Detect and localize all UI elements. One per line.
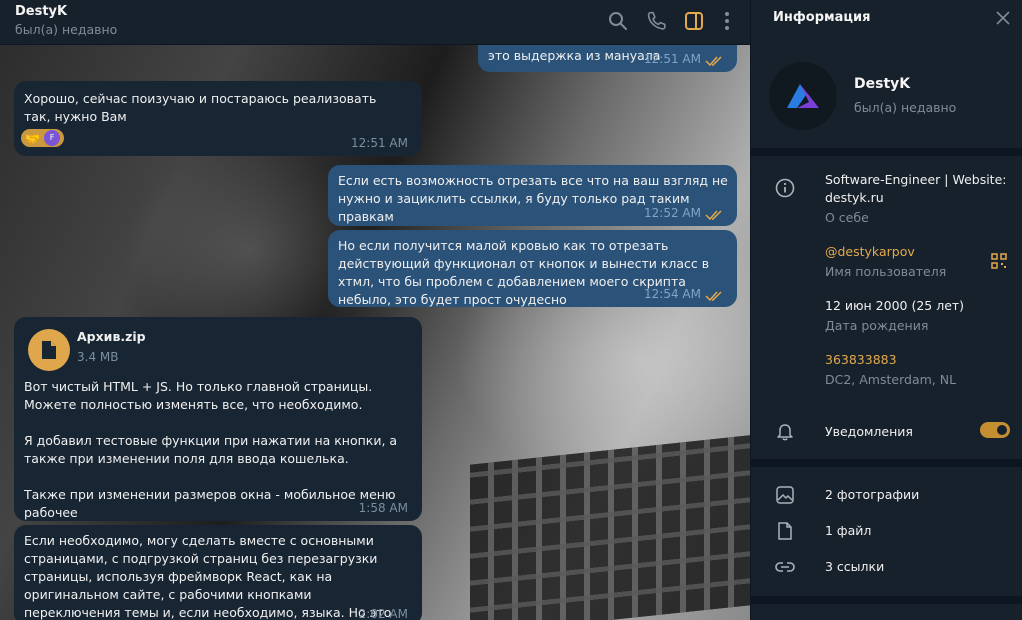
links-link[interactable]: 3 ссылки bbox=[825, 558, 884, 576]
file-download-button[interactable] bbox=[28, 329, 70, 371]
section-divider bbox=[751, 459, 1022, 467]
toggle-knob bbox=[997, 425, 1007, 435]
username-link[interactable]: @destykarpov bbox=[825, 243, 915, 261]
message-text: Вот чистый HTML + JS. Но только главной … bbox=[24, 379, 398, 520]
chat-area: DestyK был(а) недавно это выдержка из ма… bbox=[0, 0, 750, 620]
message-time: 12:51 AM bbox=[351, 136, 408, 150]
message-time: 1:58 AM bbox=[358, 501, 408, 515]
more-vertical-icon[interactable] bbox=[716, 10, 738, 32]
chat-header[interactable]: DestyK был(а) недавно bbox=[0, 0, 750, 45]
message-in[interactable]: Если необходимо, могу сделать вместе с о… bbox=[14, 525, 422, 620]
bio-label: О себе bbox=[825, 210, 869, 225]
message-time: 12:51 AM bbox=[644, 52, 701, 66]
file-size: 3.4 MB bbox=[77, 350, 119, 364]
file-name[interactable]: Архив.zip bbox=[77, 328, 146, 346]
file-icon bbox=[778, 522, 792, 540]
wallpaper-grille-lines bbox=[470, 435, 750, 620]
section-divider bbox=[751, 148, 1022, 156]
read-ticks-icon bbox=[705, 56, 722, 67]
notifications-toggle[interactable] bbox=[980, 422, 1010, 438]
message-text: Хорошо, сейчас поизучаю и постараюсь реа… bbox=[24, 91, 381, 124]
link-icon bbox=[775, 562, 795, 572]
bell-icon bbox=[777, 424, 793, 441]
message-text: это выдержка из мануала bbox=[488, 48, 661, 63]
panel-title: Информация bbox=[773, 10, 871, 25]
message-time: 12:52 AM bbox=[644, 206, 701, 220]
avatar[interactable] bbox=[769, 62, 837, 130]
chat-status: был(а) недавно bbox=[15, 22, 118, 37]
photo-icon bbox=[776, 486, 794, 504]
info-panel: Информация DestyK был(а) недавно Softwar… bbox=[750, 0, 1022, 620]
files-link[interactable]: 1 файл bbox=[825, 522, 871, 540]
reactor-avatar: F bbox=[44, 130, 60, 146]
profile-name: DestyK bbox=[854, 76, 911, 92]
document-icon bbox=[42, 341, 56, 359]
message-out[interactable]: Если есть возможность отрезать все что н… bbox=[328, 165, 737, 226]
message-in-file[interactable]: Архив.zip 3.4 MB Вот чистый HTML + JS. Н… bbox=[14, 317, 422, 521]
search-icon[interactable] bbox=[607, 10, 629, 32]
photos-link[interactable]: 2 фотографии bbox=[825, 486, 919, 504]
message-text: Если необходимо, могу сделать вместе с о… bbox=[24, 533, 392, 620]
qr-code-icon[interactable] bbox=[991, 253, 1007, 269]
info-icon bbox=[775, 178, 795, 198]
reaction-badge[interactable]: 🤝 F bbox=[21, 129, 64, 147]
close-icon[interactable] bbox=[996, 11, 1010, 25]
logo-icon bbox=[787, 84, 819, 108]
birthday-label: Дата рождения bbox=[825, 318, 929, 333]
section-divider bbox=[751, 596, 1022, 604]
phone-icon[interactable] bbox=[645, 10, 667, 32]
birthday-value: 12 июн 2000 (25 лет) bbox=[825, 298, 965, 313]
username-label: Имя пользователя bbox=[825, 264, 947, 279]
sidebar-toggle-icon[interactable] bbox=[683, 10, 705, 32]
profile-status: был(а) недавно bbox=[854, 100, 957, 115]
phone-label: DC2, Amsterdam, NL bbox=[825, 372, 957, 387]
read-ticks-icon bbox=[705, 210, 722, 221]
chat-title[interactable]: DestyK bbox=[15, 4, 67, 19]
message-time: 2:02 AM bbox=[358, 607, 408, 620]
message-in[interactable]: Хорошо, сейчас поизучаю и постараюсь реа… bbox=[14, 81, 422, 156]
notifications-label: Уведомления bbox=[825, 424, 913, 439]
bio-text: Software-Engineer | Website: destyk.ru bbox=[825, 172, 1007, 205]
handshake-emoji: 🤝 bbox=[25, 132, 40, 146]
read-ticks-icon bbox=[705, 291, 722, 302]
message-out[interactable]: Но если получится малой кровью как то от… bbox=[328, 230, 737, 307]
message-time: 12:54 AM bbox=[644, 287, 701, 301]
phone-link[interactable]: 363833883 bbox=[825, 351, 897, 369]
